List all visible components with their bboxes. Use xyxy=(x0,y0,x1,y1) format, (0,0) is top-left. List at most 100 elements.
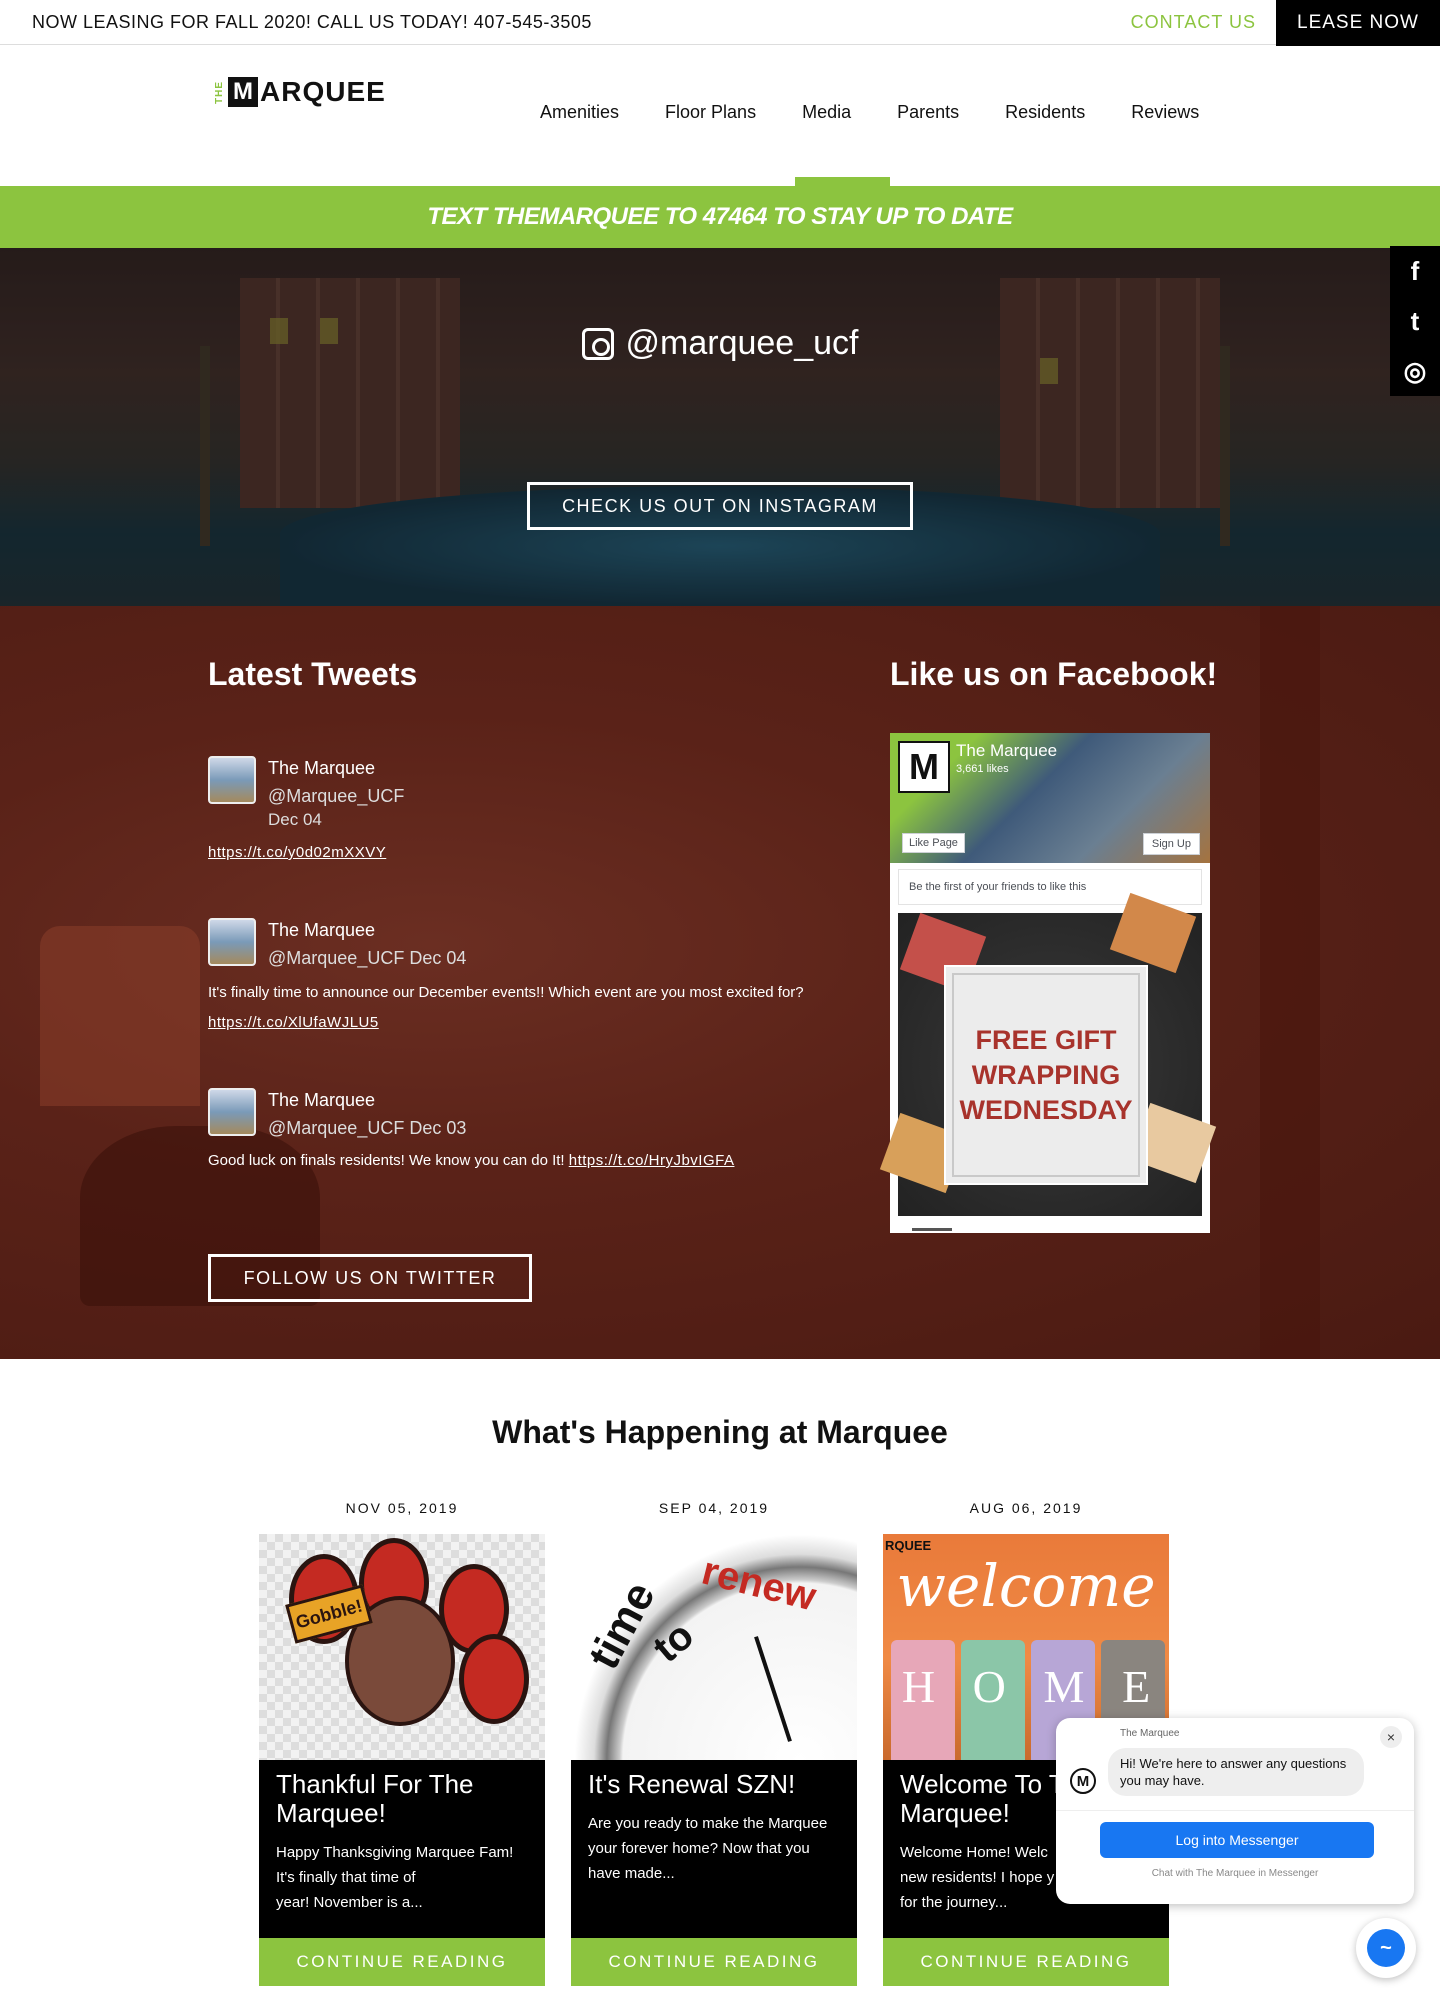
happening-title: What's Happening at Marquee xyxy=(492,1414,948,1450)
post-date: AUG 06, 2019 xyxy=(969,1500,1083,1516)
tweet-link[interactable]: https://t.co/y0d02mXXVY xyxy=(208,844,386,861)
tweet-date: Dec 04 xyxy=(268,810,322,829)
nav-residents[interactable]: Residents xyxy=(1005,102,1085,123)
avatar[interactable] xyxy=(208,918,256,966)
social-feeds-section: Latest Tweets The Marquee @Marquee_UCF D… xyxy=(0,606,1440,1359)
tweet-link[interactable]: https://t.co/HryJbvIGFA xyxy=(569,1152,735,1169)
avatar[interactable] xyxy=(208,756,256,804)
post-date: NOV 05, 2019 xyxy=(345,1500,459,1516)
background-lamp xyxy=(40,926,200,1106)
post-title[interactable]: Thankful For The Marquee! xyxy=(276,1770,528,1828)
post-excerpt: Are you ready to make the Marquee your f… xyxy=(588,1815,828,1882)
post-title[interactable]: It's Renewal SZN! xyxy=(588,1770,840,1799)
top-bar: NOW LEASING FOR FALL 2020! CALL US TODAY… xyxy=(0,0,1440,46)
continue-reading-button[interactable]: CONTINUE READING xyxy=(883,1938,1169,1986)
instagram-handle-text: @marquee_ucf xyxy=(625,324,859,362)
home-letter: E xyxy=(1122,1661,1151,1712)
tweet-body: https://t.co/XlUfaWJLU5 xyxy=(208,1008,379,1038)
twitter-icon[interactable]: t xyxy=(1390,296,1440,346)
instagram-button[interactable]: CHECK US OUT ON INSTAGRAM xyxy=(527,482,913,530)
home-letter: H xyxy=(901,1661,936,1712)
image-brand-text: RQUEE xyxy=(885,1538,932,1553)
nav-amenities[interactable]: Amenities xyxy=(540,102,619,123)
tweet-author[interactable]: The Marquee xyxy=(268,758,375,779)
facebook-likes-count: 3,661 likes xyxy=(956,763,1009,775)
facebook-title: Like us on Facebook! xyxy=(890,656,1218,692)
tweet-handle[interactable]: @Marquee_UCF Dec 04 xyxy=(268,948,466,969)
page-logo[interactable]: M xyxy=(898,741,950,793)
like-page-button[interactable]: Like Page xyxy=(902,833,965,853)
turkey-image[interactable]: Gobble! xyxy=(259,1534,545,1760)
image-home-text: H O M E xyxy=(883,1660,1169,1713)
clock-text-time: time xyxy=(579,1574,665,1678)
close-icon[interactable]: × xyxy=(1380,1726,1402,1748)
friends-like-text: Be the first of your friends to like thi… xyxy=(898,869,1202,905)
divider xyxy=(1056,1810,1414,1811)
nav-floor-plans[interactable]: Floor Plans xyxy=(665,102,756,123)
post-text: FREE GIFT WRAPPING WEDNESDAY xyxy=(959,1024,1133,1125)
avatar[interactable] xyxy=(208,1088,256,1136)
feather xyxy=(459,1634,529,1724)
avatar: M xyxy=(1070,1768,1096,1794)
card-panel: Thankful For The Marquee! Happy Thanksgi… xyxy=(259,1760,545,1938)
leasing-message: NOW LEASING FOR FALL 2020! CALL US TODAY… xyxy=(32,12,592,32)
latest-tweets-title: Latest Tweets xyxy=(208,656,418,692)
background-curtain xyxy=(1260,606,1320,1359)
tweet-body: Good luck on finals residents! We know y… xyxy=(208,1146,734,1176)
post-date: SEP 04, 2019 xyxy=(658,1500,770,1516)
tweet-body: https://t.co/y0d02mXXVY xyxy=(208,838,386,868)
clock-text-renew: renew xyxy=(697,1548,821,1620)
scrollbar[interactable] xyxy=(912,1228,952,1231)
social-sidebar: f t ◎ xyxy=(1390,246,1440,396)
tweet-handle[interactable]: @Marquee_UCF Dec 03 xyxy=(268,1118,466,1139)
contact-us-link[interactable]: CONTACT US xyxy=(1131,12,1256,33)
text-alert-banner: TEXT THEMARQUEE TO 47464 TO STAY UP TO D… xyxy=(0,186,1440,248)
home-letter: M xyxy=(1043,1661,1085,1712)
facebook-cover-image[interactable]: M The Marquee 3,661 likes Like Page Sign… xyxy=(890,733,1210,863)
messenger-icon: ~ xyxy=(1367,1929,1405,1967)
clock-hand xyxy=(754,1636,792,1742)
tweet-text: Good luck on finals residents! We know y… xyxy=(208,1152,569,1169)
instagram-icon[interactable]: ◎ xyxy=(1390,346,1440,396)
logo-m: M xyxy=(228,77,258,107)
messenger-bubble: Hi! We're here to answer any questions y… xyxy=(1108,1748,1364,1796)
logo-word: ARQUEE xyxy=(260,76,386,107)
tweet-text: It's finally time to announce our Decemb… xyxy=(208,984,804,1001)
home-letter: O xyxy=(972,1661,1006,1712)
instagram-icon xyxy=(581,327,614,360)
facebook-icon[interactable]: f xyxy=(1390,246,1440,296)
tweet-author[interactable]: The Marquee xyxy=(268,920,375,941)
post-excerpt: Happy Thanksgiving Marquee Fam! It's fin… xyxy=(276,1844,514,1911)
site-header: THE M ARQUEE Amenities Floor Plans Media… xyxy=(0,46,1440,186)
image-welcome-text: welcome xyxy=(896,1552,1156,1620)
card-panel: It's Renewal SZN! Are you ready to make … xyxy=(571,1760,857,1938)
continue-reading-button[interactable]: CONTINUE READING xyxy=(259,1938,545,1986)
text-alert-message: TEXT THEMARQUEE TO 47464 TO STAY UP TO D… xyxy=(427,203,1013,230)
tweet-handle[interactable]: @Marquee_UCF xyxy=(268,786,404,807)
chat-with-text: Chat with The Marquee in Messenger xyxy=(1151,1868,1319,1879)
facebook-page-name[interactable]: The Marquee xyxy=(956,741,1057,761)
messenger-fab[interactable]: ~ xyxy=(1356,1918,1416,1978)
hero-overlay xyxy=(0,248,1440,606)
facebook-widget: M The Marquee 3,661 likes Like Page Sign… xyxy=(879,733,1217,1233)
clock-image[interactable]: time to renew xyxy=(571,1534,857,1760)
nav-media[interactable]: Media xyxy=(802,102,851,123)
sign-up-button[interactable]: Sign Up xyxy=(1142,833,1200,855)
logo-the: THE xyxy=(214,80,225,104)
marquee-logo[interactable]: THE M ARQUEE xyxy=(214,76,386,108)
tweet-author[interactable]: The Marquee xyxy=(268,1090,375,1111)
log-into-messenger-button[interactable]: Log into Messenger xyxy=(1100,1822,1374,1858)
facebook-post-image[interactable]: FREE GIFT WRAPPING WEDNESDAY xyxy=(879,892,1217,1216)
follow-twitter-button[interactable]: FOLLOW US ON TWITTER xyxy=(208,1254,532,1302)
nav-reviews[interactable]: Reviews xyxy=(1131,102,1199,123)
continue-reading-button[interactable]: CONTINUE READING xyxy=(571,1938,857,1986)
lease-now-button[interactable]: LEASE NOW xyxy=(1276,0,1440,46)
instagram-handle[interactable]: @marquee_ucf xyxy=(0,324,1440,363)
instagram-hero: @marquee_ucf CHECK US OUT ON INSTAGRAM xyxy=(0,248,1440,606)
nav-parents[interactable]: Parents xyxy=(897,102,959,123)
post-card: FREE GIFT WRAPPING WEDNESDAY xyxy=(944,965,1148,1185)
main-nav: Amenities Floor Plans Media Parents Resi… xyxy=(540,102,1245,123)
tweet-link[interactable]: https://t.co/XlUfaWJLU5 xyxy=(208,1014,379,1031)
messenger-sender: The Marquee xyxy=(1120,1728,1180,1739)
messenger-popup: The Marquee × M Hi! We're here to answer… xyxy=(1056,1718,1414,1904)
